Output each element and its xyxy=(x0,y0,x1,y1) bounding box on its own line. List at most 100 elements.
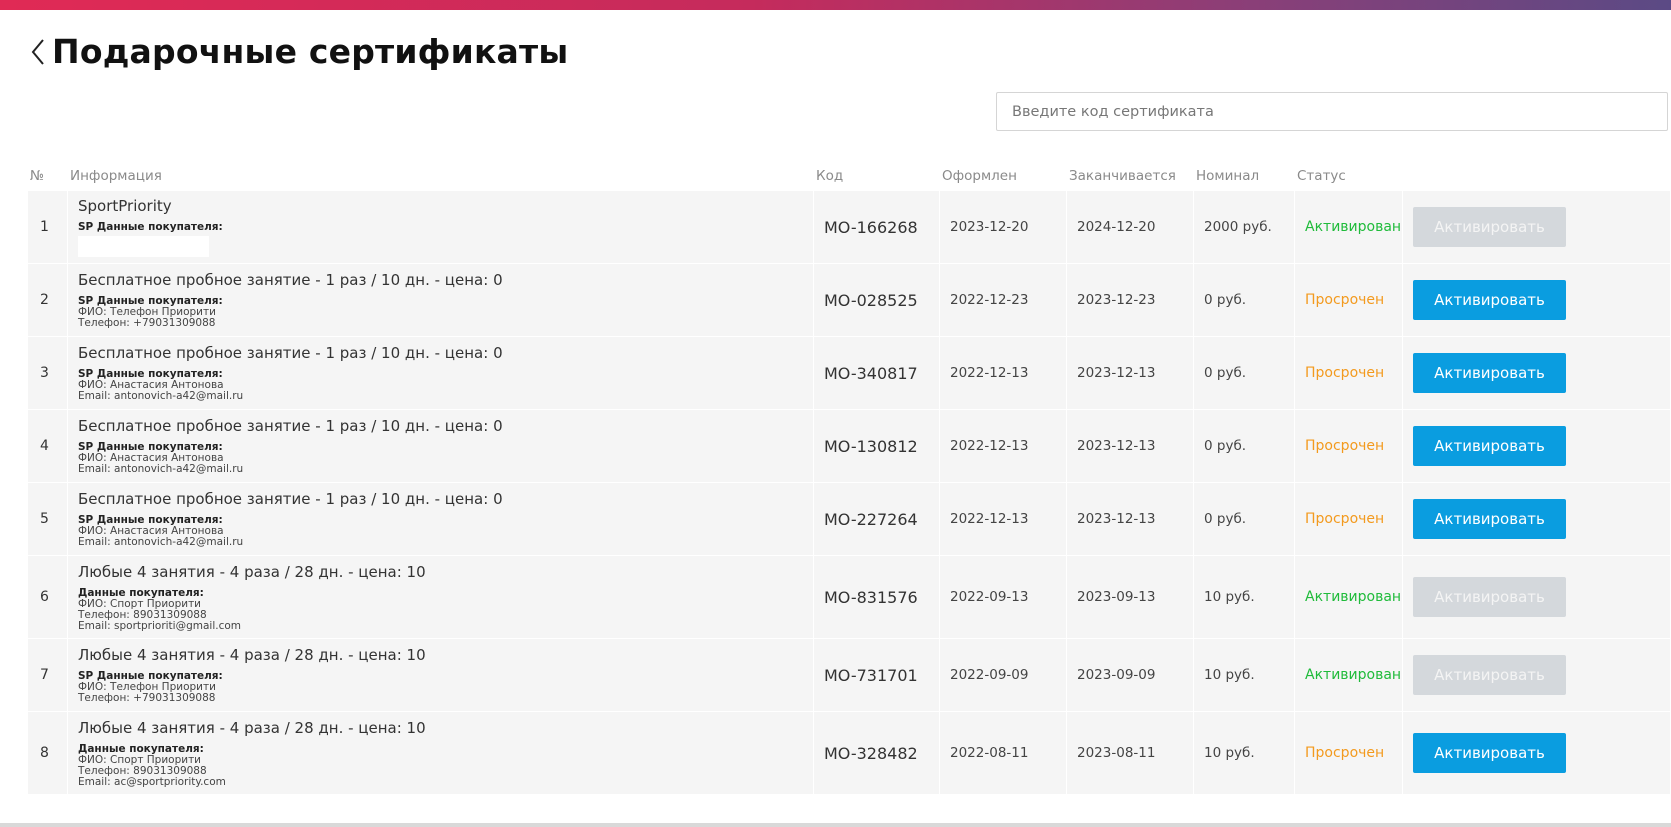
certificate-title: Любые 4 занятия - 4 раза / 28 дн. - цена… xyxy=(78,718,426,737)
row-info: Любые 4 занятия - 4 раза / 28 дн. - цена… xyxy=(68,712,814,794)
expires-date: 2024-12-20 xyxy=(1067,191,1194,263)
row-info: SportPriority SP Данные покупателя: xyxy=(68,191,814,263)
row-number: 8 xyxy=(28,712,68,794)
certificate-code: MO-166268 xyxy=(814,191,940,263)
table-row: 1 SportPriority SP Данные покупателя: MO… xyxy=(28,191,1671,263)
nominal-value: 10 руб. xyxy=(1194,712,1295,794)
buyer-data-heading: Данные покупателя: xyxy=(78,742,204,755)
column-header-info: Информация xyxy=(70,167,162,184)
column-header-expires: Заканчивается xyxy=(1069,167,1176,184)
certificate-title: Бесплатное пробное занятие - 1 раз / 10 … xyxy=(78,417,503,435)
column-header-status: Статус xyxy=(1297,167,1346,184)
nominal-value: 0 руб. xyxy=(1194,264,1295,336)
buyer-detail-line: Email: antonovich-a42@mail.ru xyxy=(78,536,244,548)
column-header-nominal: Номинал xyxy=(1196,167,1260,184)
certificate-title: SportPriority xyxy=(78,197,172,215)
expires-date: 2023-09-09 xyxy=(1067,639,1194,711)
row-info: Бесплатное пробное занятие - 1 раз / 10 … xyxy=(68,337,814,409)
issued-date: 2022-12-23 xyxy=(940,264,1067,336)
chevron-left-icon xyxy=(31,38,44,65)
buyer-detail-line: ФИО: Спорт Приорити xyxy=(78,753,202,766)
certificate-code-search-input[interactable] xyxy=(996,92,1668,131)
certificate-code: MO-831576 xyxy=(814,556,940,638)
expires-date: 2023-12-13 xyxy=(1067,337,1194,409)
row-info: Любые 4 занятия - 4 раза / 28 дн. - цена… xyxy=(68,556,814,638)
row-number: 4 xyxy=(28,410,68,482)
nominal-value: 10 руб. xyxy=(1194,556,1295,638)
top-gradient-bar xyxy=(0,0,1671,10)
certificate-title: Любые 4 занятия - 4 раза / 28 дн. - цена… xyxy=(78,562,426,581)
activate-button[interactable]: Активировать xyxy=(1413,655,1566,695)
issued-date: 2023-12-20 xyxy=(940,191,1067,263)
certificate-title: Бесплатное пробное занятие - 1 раз / 10 … xyxy=(78,271,503,289)
row-action: Активировать xyxy=(1403,191,1671,263)
status-badge: Просрочен xyxy=(1295,337,1403,409)
status-badge: Активирован xyxy=(1295,191,1403,263)
page-title: Подарочные сертификаты xyxy=(52,32,569,71)
buyer-detail-line: Email: ac@sportpriority.com xyxy=(78,775,226,788)
row-action: Активировать xyxy=(1403,483,1671,555)
certificate-code: MO-227264 xyxy=(814,483,940,555)
table-row: 8 Любые 4 занятия - 4 раза / 28 дн. - це… xyxy=(28,712,1671,794)
certificate-code: MO-028525 xyxy=(814,264,940,336)
row-number: 5 xyxy=(28,483,68,555)
row-action: Активировать xyxy=(1403,337,1671,409)
expires-date: 2023-12-23 xyxy=(1067,264,1194,336)
buyer-detail-line: ФИО: Спорт Приорити xyxy=(78,597,202,610)
table-row: 4 Бесплатное пробное занятие - 1 раз / 1… xyxy=(28,410,1671,482)
row-number: 3 xyxy=(28,337,68,409)
issued-date: 2022-09-13 xyxy=(940,556,1067,638)
buyer-blank-field xyxy=(78,236,209,257)
issued-date: 2022-09-09 xyxy=(940,639,1067,711)
expires-date: 2023-12-13 xyxy=(1067,483,1194,555)
nominal-value: 10 руб. xyxy=(1194,639,1295,711)
activate-button[interactable]: Активировать xyxy=(1413,280,1566,320)
issued-date: 2022-08-11 xyxy=(940,712,1067,794)
back-button[interactable] xyxy=(28,34,48,70)
status-badge: Просрочен xyxy=(1295,483,1403,555)
page-header: Подарочные сертификаты xyxy=(28,32,568,71)
certificate-code: MO-328482 xyxy=(814,712,940,794)
row-info: Любые 4 занятия - 4 раза / 28 дн. - цена… xyxy=(68,639,814,711)
activate-button[interactable]: Активировать xyxy=(1413,499,1566,539)
activate-button[interactable]: Активировать xyxy=(1413,426,1566,466)
certificate-code: MO-731701 xyxy=(814,639,940,711)
issued-date: 2022-12-13 xyxy=(940,410,1067,482)
activate-button[interactable]: Активировать xyxy=(1413,733,1566,773)
expires-date: 2023-12-13 xyxy=(1067,410,1194,482)
buyer-detail-line: Email: antonovich-a42@mail.ru xyxy=(78,390,244,402)
row-number: 6 xyxy=(28,556,68,638)
status-badge: Просрочен xyxy=(1295,712,1403,794)
column-header-issued: Оформлен xyxy=(942,167,1017,184)
expires-date: 2023-08-11 xyxy=(1067,712,1194,794)
row-info: Бесплатное пробное занятие - 1 раз / 10 … xyxy=(68,410,814,482)
certificate-title: Бесплатное пробное занятие - 1 раз / 10 … xyxy=(78,344,503,362)
status-badge: Активирован xyxy=(1295,639,1403,711)
column-header-action xyxy=(1403,161,1671,190)
table-row: 2 Бесплатное пробное занятие - 1 раз / 1… xyxy=(28,264,1671,336)
nominal-value: 0 руб. xyxy=(1194,337,1295,409)
activate-button[interactable]: Активировать xyxy=(1413,207,1566,247)
buyer-detail-line: Телефон: +79031309088 xyxy=(78,692,216,704)
nominal-value: 0 руб. xyxy=(1194,410,1295,482)
table-row: 6 Любые 4 занятия - 4 раза / 28 дн. - це… xyxy=(28,556,1671,638)
issued-date: 2022-12-13 xyxy=(940,483,1067,555)
bottom-divider xyxy=(0,823,1671,827)
certificate-title: Бесплатное пробное занятие - 1 раз / 10 … xyxy=(78,490,503,508)
row-number: 1 xyxy=(28,191,68,263)
buyer-data-heading: SP Данные покупателя: xyxy=(78,221,223,233)
certificate-code: MO-130812 xyxy=(814,410,940,482)
row-info: Бесплатное пробное занятие - 1 раз / 10 … xyxy=(68,483,814,555)
row-action: Активировать xyxy=(1403,712,1671,794)
activate-button[interactable]: Активировать xyxy=(1413,577,1566,617)
activate-button[interactable]: Активировать xyxy=(1413,353,1566,393)
column-header-num: № xyxy=(30,167,45,184)
table-row: 3 Бесплатное пробное занятие - 1 раз / 1… xyxy=(28,337,1671,409)
issued-date: 2022-12-13 xyxy=(940,337,1067,409)
row-number: 7 xyxy=(28,639,68,711)
status-badge: Просрочен xyxy=(1295,264,1403,336)
row-action: Активировать xyxy=(1403,264,1671,336)
certificate-code: MO-340817 xyxy=(814,337,940,409)
row-action: Активировать xyxy=(1403,639,1671,711)
buyer-detail-line: Телефон: 89031309088 xyxy=(78,608,207,621)
